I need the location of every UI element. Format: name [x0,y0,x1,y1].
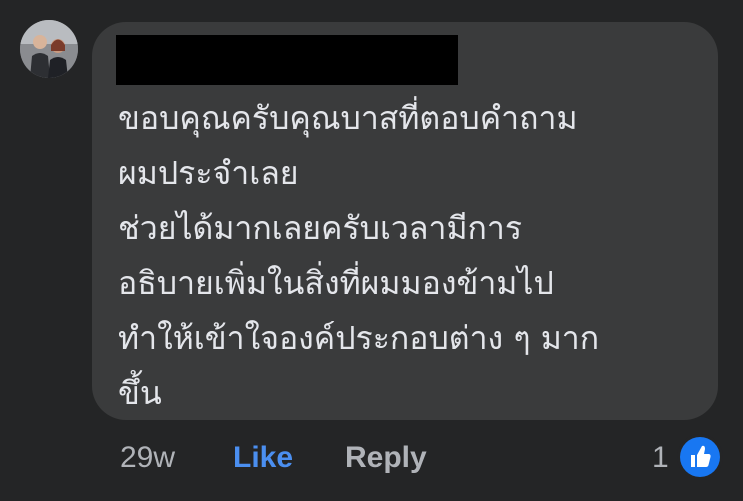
comment-timestamp[interactable]: 29w [120,440,175,476]
reply-button[interactable]: Reply [345,440,427,476]
thumbs-up-icon[interactable] [680,437,720,477]
comment-line: ช่วยได้มากเลยครับเวลามีการ [118,209,523,247]
comment-line: ทำให้เข้าใจองค์ประกอบต่าง ๆ มาก [118,319,600,357]
like-button[interactable]: Like [233,440,293,476]
comment-line: ขอบคุณครับคุณบาสที่ตอบคำถาม [118,99,578,137]
reaction-count[interactable]: 1 [652,440,669,476]
redacted-author-name [116,35,458,85]
comment-text: ขอบคุณครับคุณบาสที่ตอบคำถาม ผมประจำเลย ช… [118,91,708,421]
comment-line: ผมประจำเลย [118,154,299,192]
comment-line: ขึ้น [118,374,162,412]
comment-line: อธิบายเพิ่มในสิ่งที่ผมมองข้ามไป [118,264,554,302]
avatar-photo [20,20,78,78]
avatar[interactable] [20,20,78,78]
